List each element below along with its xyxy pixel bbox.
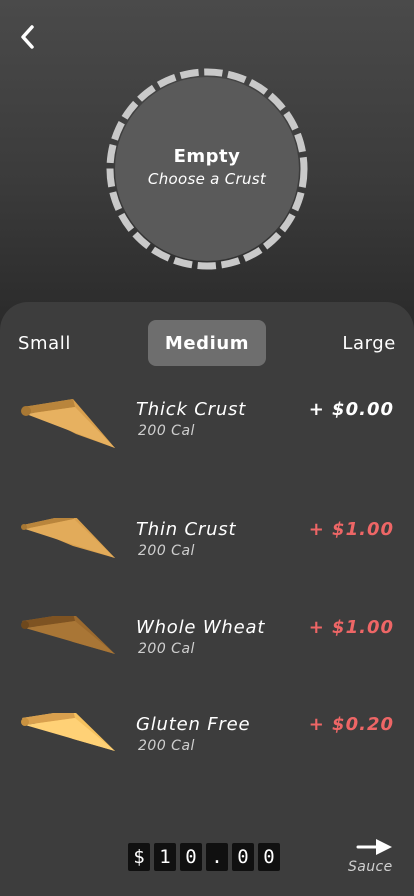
crust-panel: Small Medium Large Thick Crust 200 Cal +… — [0, 302, 414, 896]
crust-option-thick[interactable]: Thick Crust 200 Cal + $0.00 — [0, 398, 414, 468]
crust-calories: 200 Cal — [138, 641, 195, 657]
total-digit: 0 — [180, 843, 202, 871]
crust-name: Gluten Free — [136, 714, 251, 735]
crust-price: + $1.00 — [308, 617, 394, 638]
size-tab-large[interactable]: Large — [330, 320, 396, 366]
crust-name: Whole Wheat — [136, 617, 266, 638]
crust-price: + $0.20 — [308, 714, 394, 735]
pizza-subtitle: Choose a Crust — [147, 170, 267, 188]
total-digit: . — [206, 843, 228, 871]
crust-price: + $1.00 — [308, 519, 394, 540]
back-button[interactable] — [14, 22, 42, 52]
total-digit: 0 — [258, 843, 280, 871]
crust-name: Thick Crust — [136, 399, 247, 420]
thick-crust-icon — [21, 399, 115, 448]
total-digit: $ — [128, 843, 150, 871]
pizza-title: Empty — [173, 146, 241, 167]
size-tab-small[interactable]: Small — [18, 320, 78, 366]
arrow-right-icon — [356, 839, 392, 855]
size-tab-medium[interactable]: Medium — [148, 320, 266, 366]
crust-calories: 200 Cal — [138, 423, 195, 439]
gluten-free-crust-icon — [21, 713, 115, 751]
header-area: Empty Choose a Crust — [0, 0, 414, 330]
pizza-preview: Empty Choose a Crust — [106, 68, 308, 270]
total-digit: 1 — [154, 843, 176, 871]
next-sauce-button[interactable]: Sauce — [344, 838, 400, 880]
crust-calories: 200 Cal — [138, 543, 195, 559]
chevron-left-icon — [21, 25, 34, 49]
crust-option-whole-wheat[interactable]: Whole Wheat 200 Cal + $1.00 — [0, 616, 414, 686]
whole-wheat-crust-icon — [21, 616, 115, 654]
crust-calories: 200 Cal — [138, 738, 195, 754]
crust-option-gluten-free[interactable]: Gluten Free 200 Cal + $0.20 — [0, 713, 414, 783]
thin-crust-icon — [21, 518, 115, 558]
next-label: Sauce — [348, 859, 393, 875]
crust-price: + $0.00 — [308, 399, 394, 420]
crust-option-thin[interactable]: Thin Crust 200 Cal + $1.00 — [0, 518, 414, 588]
total-digit: 0 — [232, 843, 254, 871]
total-price: $ 1 0 . 0 0 — [128, 843, 284, 871]
crust-name: Thin Crust — [136, 519, 237, 540]
